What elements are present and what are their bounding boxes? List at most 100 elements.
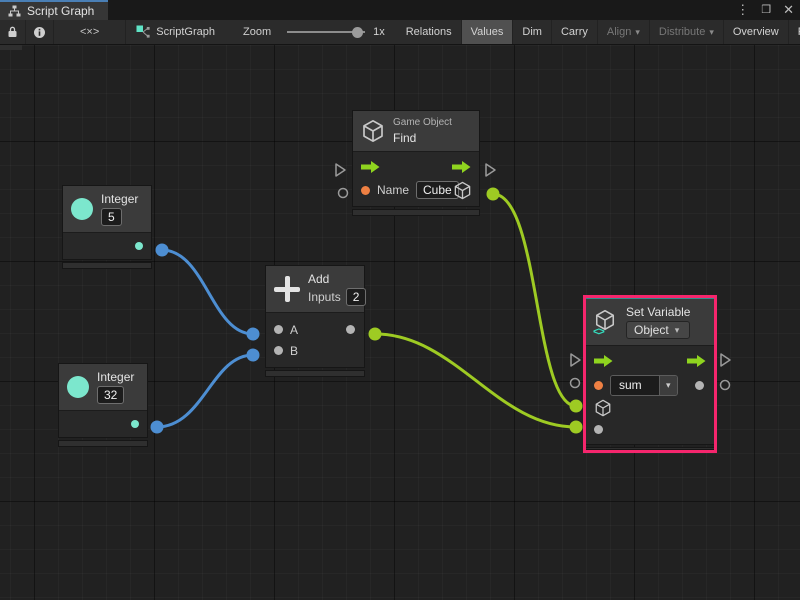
- dim-button[interactable]: Dim: [513, 20, 552, 44]
- tab-label: Script Graph: [27, 4, 94, 18]
- gameobject-icon: [361, 119, 385, 143]
- add-input-a-port[interactable]: [274, 325, 283, 334]
- flow-input-port[interactable]: [571, 354, 580, 366]
- align-button[interactable]: Align ▾: [598, 20, 650, 44]
- add-input-b-port[interactable]: [274, 346, 283, 355]
- port-label: B: [290, 344, 298, 358]
- variable-output-port[interactable]: [695, 381, 704, 390]
- info-icon: [33, 26, 46, 39]
- inputs-count-field[interactable]: 2: [346, 288, 367, 306]
- integer-type-icon: [71, 198, 93, 220]
- wire-endpoint[interactable]: [487, 188, 500, 201]
- node-title: Find: [393, 131, 452, 145]
- integer-output-port[interactable]: [131, 420, 139, 428]
- integer-value-field[interactable]: 5: [101, 208, 122, 226]
- script-graph-icon: [136, 25, 150, 39]
- node-category: Game Object: [393, 117, 452, 128]
- flow-output-arrow-icon[interactable]: [452, 161, 471, 173]
- window-close-icon[interactable]: ✕: [783, 0, 794, 20]
- flow-output-port[interactable]: [486, 164, 495, 176]
- add-icon: [274, 276, 300, 302]
- overview-button[interactable]: Overview: [724, 20, 789, 44]
- node-footer: [62, 262, 152, 269]
- wire-endpoint[interactable]: [570, 400, 583, 413]
- window-menu-icon[interactable]: ⋮: [736, 0, 749, 20]
- name-label: Name: [377, 183, 409, 197]
- tab-bar: Script Graph ⋮ ❒ ✕: [0, 0, 800, 20]
- integer-type-icon: [67, 376, 89, 398]
- align-label: Align: [607, 26, 631, 38]
- node-title: Set Variable: [626, 305, 690, 319]
- info-button[interactable]: [26, 20, 54, 44]
- chevron-down-icon: ▾: [675, 325, 680, 336]
- graph-name-breadcrumb[interactable]: ScriptGraph: [126, 20, 225, 44]
- node-integer-b[interactable]: Integer 32: [58, 363, 148, 447]
- distribute-button[interactable]: Distribute ▾: [650, 20, 724, 44]
- variable-scope-dropdown[interactable]: Object ▾: [626, 321, 690, 339]
- node-integer-a[interactable]: Integer 5: [62, 185, 152, 269]
- wire-endpoint[interactable]: [247, 349, 260, 362]
- value-input-port[interactable]: [571, 379, 580, 388]
- variable-name-input-port[interactable]: [594, 381, 603, 390]
- flow-output-arrow-icon[interactable]: [687, 355, 706, 367]
- wire-endpoint[interactable]: [247, 328, 260, 341]
- node-title: Add: [308, 272, 366, 286]
- lock-icon: [7, 26, 18, 38]
- flow-input-arrow-icon[interactable]: [361, 161, 380, 173]
- chevron-down-icon: ▾: [709, 27, 714, 38]
- variable-name-dropdown[interactable]: sum ▾: [610, 375, 678, 396]
- node-title: Integer: [101, 192, 138, 206]
- wire-endpoint[interactable]: [156, 244, 169, 257]
- node-footer: [265, 370, 365, 377]
- code-view-icon: <×>: [80, 26, 99, 38]
- wire-endpoint[interactable]: [369, 328, 382, 341]
- chevron-down-icon: ▾: [635, 27, 640, 38]
- flow-input-arrow-icon[interactable]: [594, 355, 613, 367]
- node-add[interactable]: Add Inputs 2 A B: [265, 265, 365, 377]
- graph-hierarchy-icon: [8, 5, 21, 17]
- inputs-label: Inputs: [308, 290, 341, 304]
- find-name-input-port[interactable]: [361, 186, 370, 195]
- wire-endpoint[interactable]: [151, 421, 164, 434]
- code-view-button[interactable]: <×>: [54, 20, 126, 44]
- wire-integer5-to-add-a[interactable]: [162, 250, 253, 334]
- flow-input-port[interactable]: [336, 164, 345, 176]
- zoom-value: 1x: [373, 26, 385, 38]
- integer-output-port[interactable]: [135, 242, 143, 250]
- gameobject-output-port[interactable]: [453, 181, 472, 200]
- node-title: Integer: [97, 370, 134, 384]
- node-footer: [352, 209, 480, 216]
- graph-toolbar: <×> ScriptGraph Zoom 1x Relations Values…: [0, 20, 800, 45]
- flow-output-port[interactable]: [721, 354, 730, 366]
- value-input-port[interactable]: [594, 425, 603, 434]
- tab-script-graph[interactable]: Script Graph: [0, 0, 108, 20]
- graph-canvas[interactable]: Integer 5 Integer 32: [0, 45, 800, 600]
- relations-button[interactable]: Relations: [397, 20, 462, 44]
- value-output-port[interactable]: [721, 381, 730, 390]
- graph-name-label: ScriptGraph: [156, 26, 215, 38]
- node-gameobject-find[interactable]: Game Object Find Name Cube: [352, 110, 480, 216]
- scope-label: Object: [634, 323, 669, 337]
- value-input-port[interactable]: [339, 189, 348, 198]
- object-input-port[interactable]: [594, 399, 612, 417]
- carry-button[interactable]: Carry: [552, 20, 598, 44]
- node-footer: [586, 447, 714, 450]
- chevron-down-icon: ▾: [659, 376, 677, 395]
- window-maximize-icon[interactable]: ❒: [761, 0, 771, 20]
- variable-name-value: sum: [611, 376, 659, 395]
- zoom-slider-handle[interactable]: [352, 27, 363, 38]
- zoom-label: Zoom: [235, 26, 279, 38]
- code-brackets-icon: <>: [593, 326, 604, 338]
- integer-value-field[interactable]: 32: [97, 386, 124, 404]
- node-set-variable[interactable]: <> Set Variable Object ▾: [583, 295, 717, 453]
- port-label: A: [290, 323, 298, 337]
- wire-endpoint[interactable]: [570, 421, 583, 434]
- fullscreen-button[interactable]: Full Screen: [789, 20, 800, 44]
- add-output-port[interactable]: [346, 325, 355, 334]
- zoom-slider[interactable]: [287, 26, 365, 38]
- values-button[interactable]: Values: [462, 20, 514, 44]
- distribute-label: Distribute: [659, 26, 705, 38]
- lock-button[interactable]: [0, 20, 26, 44]
- wire-find-to-setvariable-object[interactable]: [493, 194, 576, 406]
- wire-integer32-to-add-b[interactable]: [157, 355, 253, 427]
